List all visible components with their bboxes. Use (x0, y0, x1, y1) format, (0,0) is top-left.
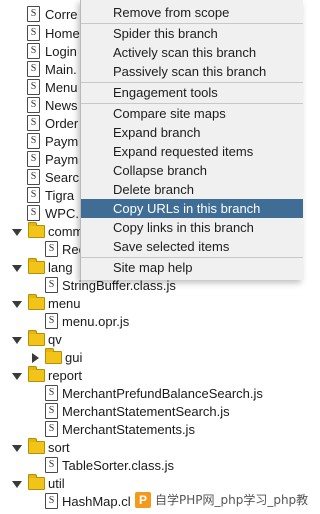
tree-item-label: TableSorter.class.js (62, 458, 174, 473)
menu-item-passive-scan[interactable]: Passively scan this branch (81, 62, 303, 81)
collapsed-triangle-icon[interactable] (32, 353, 39, 363)
menu-item-copy-links[interactable]: Copy links in this branch (81, 218, 303, 237)
script-file-icon: S (27, 133, 40, 149)
watermark: P 自学PHP网_php学习_php教 (132, 489, 308, 512)
tree-item-label: Searc (45, 170, 79, 185)
menu-item-remove-from-scope[interactable]: Remove from scope (81, 3, 303, 22)
tree-item-label: qv (48, 332, 62, 347)
tree-folder-qv[interactable]: qv (0, 330, 303, 349)
script-file-icon: S (45, 421, 58, 437)
menu-item-expand-branch[interactable]: Expand branch (81, 123, 303, 142)
script-file-icon: S (45, 403, 58, 419)
tree-item-label: Corre (45, 7, 78, 22)
script-file-icon: S (27, 6, 40, 22)
expand-triangle-icon[interactable] (12, 265, 22, 272)
tree-item-label: Tigra (45, 188, 75, 203)
tree-item-label: MerchantStatements.js (62, 422, 195, 437)
tree-folder-gui[interactable]: gui (0, 348, 303, 367)
script-file-icon: S (27, 43, 40, 59)
tree-item-label: MerchantStatementSearch.js (62, 404, 230, 419)
tree-folder-sort[interactable]: sort (0, 438, 303, 457)
script-file-icon: S (45, 457, 58, 473)
folder-icon (28, 474, 45, 490)
tree-item-label: menu.opr.js (62, 314, 130, 329)
menu-item-spider-branch[interactable]: Spider this branch (81, 24, 303, 43)
script-file-icon: S (27, 187, 40, 203)
php-logo-icon: P (135, 492, 151, 508)
folder-icon (28, 438, 45, 454)
tree-folder-report[interactable]: report (0, 366, 303, 385)
expand-triangle-icon[interactable] (12, 301, 22, 308)
folder-icon (28, 330, 45, 346)
folder-icon (28, 294, 45, 310)
script-file-icon: S (45, 493, 58, 509)
tree-item-label: WPC. (45, 206, 79, 221)
folder-icon (45, 348, 62, 364)
expand-triangle-icon[interactable] (12, 337, 22, 344)
expand-triangle-icon[interactable] (12, 445, 22, 452)
script-file-icon: S (45, 385, 58, 401)
folder-icon (28, 258, 45, 274)
watermark-text: 自学PHP网_php学习_php教 (155, 493, 309, 507)
menu-item-engagement-tools[interactable]: Engagement tools (81, 83, 303, 102)
tree-item-label: HashMap.cl (62, 494, 131, 509)
tree-item-label: sort (48, 440, 70, 455)
script-file-icon: S (27, 169, 40, 185)
menu-item-site-map-help[interactable]: Site map help (81, 258, 303, 277)
tree-item-label: Home (45, 26, 80, 41)
tree-item-label: Paym (45, 134, 79, 149)
tree-item-label: gui (65, 350, 83, 365)
menu-item-copy-urls[interactable]: Copy URLs in this branch (81, 199, 303, 218)
tree-item-label: report (48, 368, 82, 383)
script-file-icon: S (45, 241, 58, 257)
tree-item-label: Menu (45, 80, 78, 95)
folder-icon (28, 366, 45, 382)
tree-item-label: menu (48, 296, 81, 311)
menu-item-active-scan[interactable]: Actively scan this branch (81, 43, 303, 62)
tree-item-label: Login (45, 44, 77, 59)
expand-triangle-icon[interactable] (12, 373, 22, 380)
menu-item-save-selected[interactable]: Save selected items (81, 237, 303, 256)
menu-item-compare-site-maps[interactable]: Compare site maps (81, 104, 303, 123)
script-file-icon: S (27, 61, 40, 77)
script-file-icon: S (27, 205, 40, 221)
tree-item-label: util (48, 476, 65, 491)
tree-folder-menu[interactable]: menu (0, 294, 303, 313)
menu-item-collapse-branch[interactable]: Collapse branch (81, 161, 303, 180)
script-file-icon: S (27, 97, 40, 113)
expand-triangle-icon[interactable] (12, 481, 22, 488)
script-file-icon: S (45, 313, 58, 329)
menu-item-delete-branch[interactable]: Delete branch (81, 180, 303, 199)
tree-item-label: MerchantPrefundBalanceSearch.js (62, 386, 263, 401)
context-menu: Remove from scope Spider this branch Act… (80, 0, 303, 280)
tree-item-label: Order (45, 116, 79, 131)
script-file-icon: S (27, 79, 40, 95)
tree-item-label: Paym (45, 152, 79, 167)
folder-icon (28, 222, 45, 238)
tree-item-label: News (45, 98, 78, 113)
expand-triangle-icon[interactable] (12, 229, 22, 236)
script-file-icon: S (27, 25, 40, 41)
script-file-icon: S (45, 277, 58, 293)
script-file-icon: S (27, 115, 40, 131)
tree-item-label: lang (48, 260, 73, 275)
script-file-icon: S (27, 151, 40, 167)
menu-item-expand-requested[interactable]: Expand requested items (81, 142, 303, 161)
tree-item-label: comm (48, 224, 84, 239)
tree-item-label: Main. (45, 62, 77, 77)
